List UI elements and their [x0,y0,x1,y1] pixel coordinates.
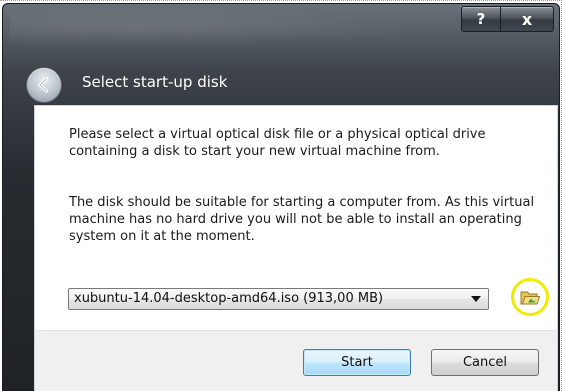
cancel-button[interactable]: Cancel [431,349,539,376]
disk-select-dropdown[interactable]: xubuntu-14.04-desktop-amd64.iso (913,00 … [68,288,489,310]
folder-open-icon [520,291,540,305]
close-button[interactable]: x [501,6,554,32]
help-icon: ? [476,10,486,28]
instruction-text: Please select a virtual optical disk fil… [69,127,486,159]
instruction-text-warning: The disk should be suitable for starting… [69,195,535,244]
back-button[interactable] [26,67,62,103]
capture-border-top [0,0,562,2]
start-button[interactable]: Start [303,349,411,376]
choose-disk-button[interactable] [519,286,541,308]
back-arrow-icon [38,77,49,93]
chevron-down-icon [469,291,483,307]
screenshot-canvas: ? x Select start-up disk Please select a… [0,0,562,391]
close-icon: x [521,9,533,29]
disk-select-value: xubuntu-14.04-desktop-amd64.iso (913,00 … [74,291,384,306]
caption-buttons: ? x [461,6,554,32]
help-button[interactable]: ? [461,6,501,32]
wizard-page: Please select a virtual optical disk fil… [34,105,558,391]
wizard-title: Select start-up disk [82,73,228,91]
